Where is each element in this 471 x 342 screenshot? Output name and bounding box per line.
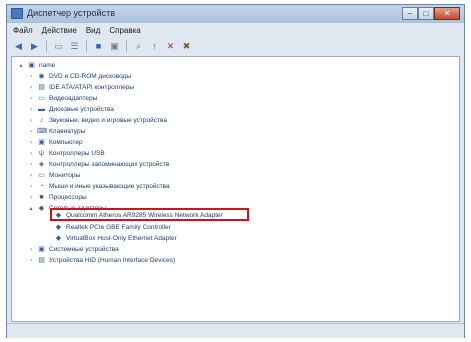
tree-item[interactable]: › ▣ Компьютер: [28, 137, 83, 148]
expand-icon[interactable]: ›: [28, 162, 34, 168]
computer-icon: ▣: [38, 138, 45, 146]
expand-icon[interactable]: ›: [28, 118, 34, 124]
network-adapter-icon: ◆: [55, 223, 62, 231]
tree-item[interactable]: › ⌨ Клавиатуры: [28, 126, 85, 137]
network-adapter-item[interactable]: ◆ VirtualBox Host-Only Ethernet Adapter: [54, 233, 177, 244]
tree-item[interactable]: › ◉ DVD и CD-ROM дисководы: [28, 71, 131, 82]
back-icon[interactable]: ◀: [12, 40, 25, 52]
hid-icon: ▤: [38, 256, 45, 264]
expand-icon[interactable]: ›: [28, 151, 34, 157]
tree-item[interactable]: › ▣ Системные устройства: [28, 244, 119, 255]
expand-icon[interactable]: ›: [28, 173, 34, 179]
tree-item[interactable]: › ■ Процессоры: [28, 192, 87, 203]
toolbar: ◀ ▶ ▭ ☰ ■ ▣ ⌕ ↑ ✕ ✖: [7, 38, 464, 54]
tree-item[interactable]: › ▭ Видеоадаптеры: [28, 93, 97, 104]
tree-item[interactable]: › ◔ Мыши и иные указывающие устройства: [28, 181, 170, 192]
network-adapter-icon: ◆: [55, 234, 62, 242]
forward-icon[interactable]: ▶: [28, 40, 41, 52]
display-adapter-icon: ▭: [38, 94, 45, 102]
tree-item[interactable]: › ▬ Дисковые устройства: [28, 104, 114, 115]
expand-icon[interactable]: ›: [28, 129, 34, 135]
network-adapter-icon: ◆: [38, 204, 45, 212]
expand-icon[interactable]: ›: [28, 184, 34, 190]
update-icon[interactable]: ↑: [148, 40, 161, 52]
computer-icon[interactable]: ▣: [108, 40, 121, 52]
uninstall-icon[interactable]: ✖: [180, 40, 193, 52]
usb-icon: ψ: [39, 149, 44, 157]
title-bar: Диспетчер устройств – □ ✕: [7, 5, 464, 23]
tree-item-label: Контроллеры USB: [49, 150, 105, 157]
window-title: Диспетчер устройств: [27, 8, 115, 18]
menu-help[interactable]: Справка: [109, 26, 140, 35]
collapse-icon[interactable]: ▴: [18, 62, 24, 69]
expand-icon[interactable]: ›: [28, 258, 34, 264]
collapse-icon[interactable]: ▴: [28, 205, 34, 212]
tree-item[interactable]: › ψ Контроллеры USB: [28, 148, 105, 159]
tree-root-label: name: [39, 62, 56, 69]
tree-item-label: Компьютер: [49, 139, 83, 146]
expand-icon[interactable]: ›: [28, 140, 34, 146]
toolbar-separator: [46, 40, 47, 52]
selection-highlight-box: [50, 208, 249, 221]
network-adapter-item[interactable]: ◆ Realtek PCIe GBE Family Controller: [54, 222, 171, 233]
window-controls: – □ ✕: [402, 7, 460, 20]
menu-view[interactable]: Вид: [86, 26, 100, 35]
status-bar: [7, 323, 464, 338]
device-manager-window: Диспетчер устройств – □ ✕ Файл Действие …: [6, 4, 465, 338]
list-icon[interactable]: ☰: [68, 40, 81, 52]
tree-item-label: Устройства HID (Human Interface Devices): [49, 257, 176, 264]
tree-item-label: Мониторы: [49, 172, 81, 179]
network-adapter-label: VirtualBox Host-Only Ethernet Adapter: [66, 235, 177, 242]
tree-item-label: Дисковые устройства: [49, 106, 114, 113]
tree-item-label: Клавиатуры: [49, 128, 86, 135]
toolbar-separator: [86, 40, 87, 52]
expand-icon[interactable]: ›: [28, 107, 34, 113]
system-device-icon: ▣: [38, 245, 45, 253]
tree-item[interactable]: › ▤ Устройства HID (Human Interface Devi…: [28, 255, 175, 266]
tree-item[interactable]: › ◈ Контроллеры запоминающих устройств: [28, 159, 169, 170]
device-manager-icon: [11, 8, 23, 19]
computer-icon: ▣: [28, 61, 35, 69]
tree-item-label: Контроллеры запоминающих устройств: [49, 161, 170, 168]
close-button[interactable]: ✕: [434, 7, 460, 20]
expand-icon[interactable]: ›: [28, 96, 34, 102]
properties-icon[interactable]: ▭: [52, 40, 65, 52]
mouse-icon: ◔: [39, 182, 44, 190]
tree-root[interactable]: ▴ ▣ name: [18, 60, 55, 71]
storage-controller-icon: ◈: [38, 160, 45, 168]
menu-file[interactable]: Файл: [13, 26, 33, 35]
tree-item[interactable]: › ▤ IDE ATA/ATAPI контроллеры: [28, 82, 134, 93]
monitor-icon: ▭: [38, 171, 45, 179]
tree-item-label: IDE ATA/ATAPI контроллеры: [49, 84, 135, 91]
dvd-drive-icon: ◉: [38, 72, 45, 80]
expand-icon[interactable]: ›: [28, 85, 34, 91]
device-tree: ▴ ▣ name › ◉ DVD и CD-ROM дисководы › ▤ …: [11, 56, 460, 322]
minimize-button[interactable]: –: [402, 7, 418, 20]
network-adapter-label: Realtek PCIe GBE Family Controller: [66, 224, 171, 231]
menu-bar: Файл Действие Вид Справка: [7, 24, 464, 37]
keyboard-icon: ⌨: [37, 127, 48, 135]
expand-icon[interactable]: ›: [28, 74, 34, 80]
tree-item-label: Системные устройства: [49, 246, 119, 253]
disk-drive-icon: ▬: [38, 105, 45, 113]
processor-icon: ■: [39, 193, 44, 201]
menu-action[interactable]: Действие: [42, 26, 77, 35]
scan-icon[interactable]: ⌕: [132, 40, 145, 52]
tree-item-label: Звуковые, видео и игровые устройства: [49, 117, 167, 124]
sound-icon: ♪: [39, 116, 44, 124]
maximize-button[interactable]: □: [418, 7, 434, 20]
toolbar-separator: [126, 40, 127, 52]
tree-item-label: Мыши и иные указывающие устройства: [49, 183, 170, 190]
tree-item-label: DVD и CD-ROM дисководы: [49, 73, 132, 80]
tree-item-label: Процессоры: [49, 194, 87, 201]
expand-icon[interactable]: ›: [28, 195, 34, 201]
help-icon[interactable]: ■: [92, 40, 105, 52]
tree-item[interactable]: › ♪ Звуковые, видео и игровые устройства: [28, 115, 167, 126]
ide-controller-icon: ▤: [38, 83, 45, 91]
tree-item-label: Видеоадаптеры: [49, 95, 98, 102]
expand-icon[interactable]: ›: [28, 247, 34, 253]
tree-item[interactable]: › ▭ Мониторы: [28, 170, 80, 181]
disable-icon[interactable]: ✕: [164, 40, 177, 52]
